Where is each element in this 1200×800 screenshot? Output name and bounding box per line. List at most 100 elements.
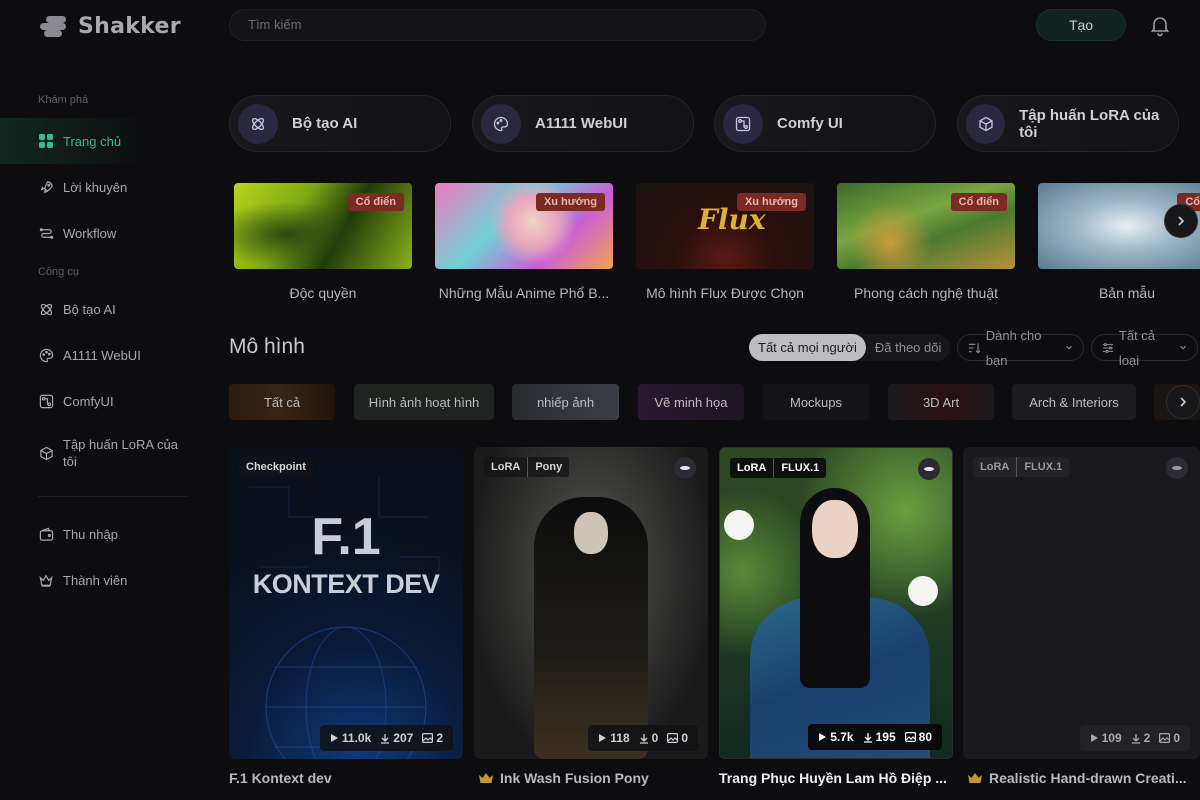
featured-card-flux[interactable]: Flux Xu hướng Mô hình Flux Được Chọn [636,183,814,301]
featured-caption: Mô hình Flux Được Chọn [646,285,804,301]
comfy-icon [38,393,54,409]
featured-badge: Xu hướng [535,193,605,211]
sidebar-item-lora-training[interactable]: Tập huấn LoRA của tôi [0,424,210,482]
model-stats: 5.7k 195 80 [808,724,942,750]
sidebar-section-explore: Khám phá [38,94,89,106]
sort-dropdown[interactable]: Dành cho bạn [957,328,1084,368]
crown-icon [38,572,54,588]
categories-next-button[interactable] [1166,385,1200,419]
sidebar-item-tips[interactable]: Lời khuyên [0,164,210,210]
palette-icon [481,103,521,144]
category-label: Hình ảnh hoạt hình [368,394,480,410]
tool-card-label: A1111 WebUI [535,115,628,132]
tool-card-a1111[interactable]: A1111 WebUI [472,95,694,152]
category-chip-anime[interactable]: Hình ảnh hoạt hình [354,384,494,420]
sidebar-item-label: Trang chủ [63,133,122,149]
featured-card-exclusive[interactable]: Cổ điển Độc quyền [234,183,412,301]
featured-image: Cổ điển [234,183,412,269]
tool-card-label: Comfy UI [777,115,843,132]
featured-card-anime[interactable]: Xu hướng Những Mẫu Anime Phổ B... [435,183,613,301]
featured-next-button[interactable] [1164,204,1198,238]
category-chip-illustration[interactable]: Vẽ minh họa [638,384,744,420]
creator-badge-icon [1166,457,1188,479]
wallet-icon [38,526,54,542]
category-chip-photography[interactable]: nhiếp ảnh [512,384,619,420]
sidebar-item-a1111[interactable]: A1111 WebUI [0,332,210,378]
tab-following[interactable]: Đã theo dõi [866,334,951,361]
featured-caption: Những Mẫu Anime Phổ B... [438,285,610,301]
audience-toggle: Tất cả mọi người Đã theo dõi [749,334,951,361]
category-label: Vẽ minh họa [654,394,728,410]
sidebar-item-earnings[interactable]: Thu nhập [0,511,210,557]
model-name[interactable]: Realistic Hand-drawn Creati... [967,770,1200,786]
sidebar-item-comfyui[interactable]: ComfyUI [0,378,210,424]
category-chip-3d-art[interactable]: 3D Art [888,384,994,420]
featured-badge: Xu hướng [736,193,806,211]
ai-generator-icon [38,301,54,317]
play-icon [819,733,827,741]
category-chip-mockups[interactable]: Mockups [763,384,869,420]
play-icon [330,734,338,742]
figure-face [574,512,608,554]
tool-card-lora-training[interactable]: Tập huấn LoRA của tôi [957,95,1179,152]
category-chip-arch-interiors[interactable]: Arch & Interiors [1012,384,1136,420]
category-label: Arch & Interiors [1029,394,1119,410]
model-card[interactable]: LoRA FLUX.1 109 2 0 [963,447,1200,759]
featured-card-templates[interactable]: Cổ Bản mẫu [1038,183,1200,301]
sidebar-divider [38,496,188,497]
chevron-right-icon [1178,216,1185,226]
tool-card-comfyui[interactable]: Comfy UI [714,95,936,152]
tool-card-ai-generator[interactable]: Bộ tạo AI [229,95,451,152]
model-stats: 118 0 0 [588,725,698,751]
model-card[interactable]: Checkpoint F.1 KONTEXT DEV 11.0k 207 2 [229,447,463,759]
search-input[interactable]: Tìm kiếm [229,9,766,41]
filter-icon [1102,342,1114,353]
model-card[interactable]: LoRA Pony 118 0 0 [474,447,708,759]
tool-card-label: Bộ tạo AI [292,115,358,132]
play-icon [599,734,607,742]
brand-name: Shakker [78,13,181,39]
sidebar-item-label: Lời khuyên [63,179,128,195]
sidebar-item-home[interactable]: Trang chủ [0,118,180,164]
sort-icon [968,342,981,353]
bell-icon[interactable] [1148,13,1172,37]
image-icon [422,733,434,743]
category-label: Tất cả [263,394,301,410]
models-section-title: Mô hình [229,335,305,358]
download-icon [1131,733,1140,744]
sidebar-item-label: Bộ tạo AI [63,301,116,317]
model-name[interactable]: Trang Phục Huyền Lam Hồ Điệp ... [719,770,953,786]
shakker-logo-icon [40,15,70,37]
sidebar: Khám phá Trang chủ Lời khuyên Workflow C… [0,90,210,603]
type-filter-dropdown[interactable]: Tất cả loại [1091,328,1198,368]
tab-everyone[interactable]: Tất cả mọi người [749,334,866,361]
circuit-pattern [249,477,440,759]
sidebar-item-label: Thành viên [63,572,128,588]
create-button[interactable]: Tạo [1036,9,1126,41]
sidebar-item-membership[interactable]: Thành viên [0,557,210,603]
featured-card-art-style[interactable]: Cổ điển Phong cách nghệ thuật [837,183,1015,301]
sidebar-item-workflow[interactable]: Workflow [0,210,210,256]
sidebar-section-tools: Công cụ [38,266,79,278]
tool-card-label: Tập huấn LoRA của tôi [1019,106,1160,141]
cover-title: F.1 [311,508,381,566]
model-stats: 109 2 0 [1079,725,1190,751]
creator-badge-icon [918,458,940,480]
sidebar-item-label: Thu nhập [63,526,118,542]
sort-label: Dành cho bạn [985,327,1042,368]
model-card[interactable]: LoRA FLUX.1 5.7k 195 80 [719,447,953,759]
download-icon [863,732,872,743]
sidebar-item-ai-generator[interactable]: Bộ tạo AI [0,286,210,332]
rocket-icon [38,179,54,195]
palette-icon [38,347,54,363]
model-name[interactable]: Ink Wash Fusion Pony [478,770,712,786]
featured-caption: Phong cách nghệ thuật [853,285,998,301]
model-name[interactable]: F.1 Kontext dev [229,770,463,786]
download-icon [381,733,390,744]
category-chip-all[interactable]: Tất cả [229,384,335,420]
figure-face [812,500,858,558]
model-stats: 11.0k 207 2 [319,725,453,751]
brand-logo[interactable]: Shakker [40,10,181,42]
cube-icon [38,445,54,461]
image-icon [904,732,916,742]
